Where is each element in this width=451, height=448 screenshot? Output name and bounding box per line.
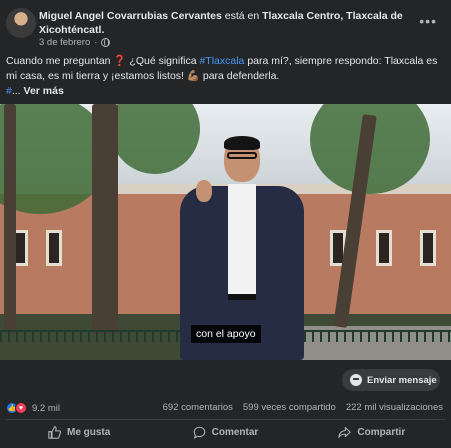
speaker-glasses <box>227 152 257 159</box>
post-actions: Me gusta Comentar Compartir <box>6 421 445 443</box>
ellipsis-text: ... <box>11 85 24 97</box>
speaker-shirt <box>228 184 256 300</box>
like-label: Me gusta <box>66 426 111 438</box>
more-dots-icon[interactable]: ••• <box>419 13 437 29</box>
share-button[interactable]: Compartir <box>299 421 445 443</box>
video-subtitle: con el apoyo <box>191 325 261 343</box>
shares-count[interactable]: 599 veces compartido <box>243 402 336 413</box>
messenger-icon <box>350 374 362 386</box>
building-window <box>420 230 436 266</box>
views-count: 222 mil visualizaciones <box>345 402 443 413</box>
hashtag-link[interactable]: #Tlaxcala <box>199 55 244 67</box>
comments-count[interactable]: 692 comentarios <box>163 402 233 413</box>
is-at-text: está en <box>224 10 260 22</box>
question-emoji-icon: ❓ <box>113 55 127 67</box>
post-stats: 👍 ♥ 9.2 mil 692 comentarios 599 veces co… <box>6 402 445 418</box>
building-window <box>46 230 62 266</box>
tree-trunk <box>4 104 16 334</box>
engagement-counts: 692 comentarios 599 veces compartido 222… <box>163 402 443 413</box>
comment-button[interactable]: Comentar <box>152 421 298 443</box>
share-label: Compartir <box>357 426 406 438</box>
location-period: . <box>101 24 105 36</box>
send-message-label: Enviar mensaje <box>367 374 437 386</box>
love-reaction-icon: ♥ <box>15 402 27 414</box>
post-caption: Cuando me preguntan ❓ ¿Qué significa #Tl… <box>6 54 446 84</box>
author-line: Miguel Angel Covarrubias Cervantes está … <box>39 9 419 37</box>
caption-text-4: para defenderla. <box>199 70 280 82</box>
reactions-count: 9.2 mil <box>32 402 60 414</box>
muscle-emoji-icon: 💪🏽 <box>186 70 200 82</box>
reactions-summary[interactable]: 👍 ♥ 9.2 mil <box>6 402 60 414</box>
caption-text-1: Cuando me preguntan <box>6 55 114 67</box>
see-more-line: #... Ver más <box>6 85 64 97</box>
video-player[interactable]: con el apoyo <box>0 104 451 360</box>
speaker-belt <box>228 294 256 300</box>
send-message-button[interactable]: Enviar mensaje <box>342 369 440 391</box>
comment-label: Comentar <box>211 426 259 438</box>
author-name[interactable]: Miguel Angel Covarrubias Cervantes <box>39 10 222 22</box>
see-more-link[interactable]: Ver más <box>24 85 64 97</box>
post-meta: 3 de febrero · <box>39 37 111 48</box>
speaker-hand <box>196 180 212 202</box>
comment-icon <box>193 426 205 439</box>
like-button[interactable]: Me gusta <box>6 421 152 443</box>
post-date[interactable]: 3 de febrero <box>39 37 90 48</box>
building-window <box>376 230 392 266</box>
globe-icon <box>101 38 111 47</box>
thumbs-up-icon <box>48 425 61 439</box>
meta-separator: · <box>94 37 98 48</box>
avatar[interactable] <box>6 8 36 38</box>
tree-trunk <box>92 104 118 334</box>
speaker-hair <box>224 136 260 150</box>
post-header: Miguel Angel Covarrubias Cervantes está … <box>6 6 445 50</box>
caption-text-2: ¿Qué significa <box>126 55 200 67</box>
share-icon <box>338 426 352 438</box>
post-card: Miguel Angel Covarrubias Cervantes está … <box>0 0 451 448</box>
divider <box>6 419 445 420</box>
